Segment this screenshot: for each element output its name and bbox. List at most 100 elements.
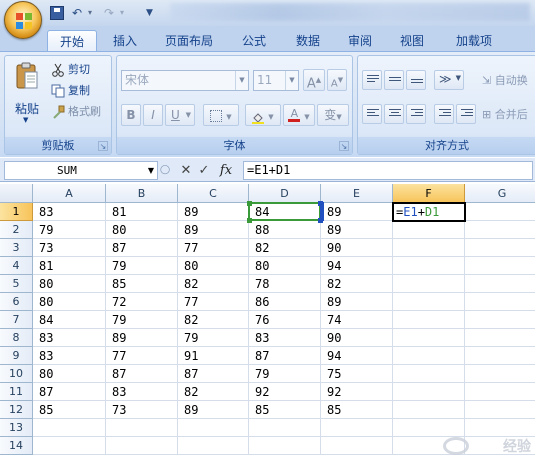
- tab-view[interactable]: 视图: [390, 30, 434, 52]
- cell-f8[interactable]: [393, 329, 465, 347]
- cell-a9[interactable]: 83: [33, 347, 106, 365]
- cell-g12[interactable]: [465, 401, 535, 419]
- save-icon[interactable]: [50, 6, 64, 20]
- cell-b7[interactable]: 79: [106, 311, 178, 329]
- cell-g5[interactable]: [465, 275, 535, 293]
- cell-c6[interactable]: 77: [178, 293, 249, 311]
- cut-button[interactable]: 剪切: [51, 61, 90, 79]
- align-right-button[interactable]: [406, 104, 426, 124]
- decrease-indent-button[interactable]: [434, 104, 454, 124]
- tab-data[interactable]: 数据: [286, 30, 330, 52]
- cell-a7[interactable]: 84: [33, 311, 106, 329]
- row-header-10[interactable]: 10: [0, 365, 33, 383]
- enter-icon[interactable]: ✓: [196, 161, 212, 180]
- font-size-combo[interactable]: 11 ▼: [253, 70, 299, 91]
- cell-b3[interactable]: 87: [106, 239, 178, 257]
- column-header-a[interactable]: A: [33, 184, 106, 203]
- chevron-down-icon[interactable]: ▼: [235, 71, 248, 90]
- column-header-d[interactable]: D: [249, 184, 321, 203]
- cell-a10[interactable]: 80: [33, 365, 106, 383]
- column-header-g[interactable]: G: [465, 184, 535, 203]
- chevron-down-icon[interactable]: ▼: [285, 71, 298, 90]
- formula-input[interactable]: =E1+D1: [243, 161, 533, 180]
- align-left-button[interactable]: [362, 104, 382, 124]
- cell-b9[interactable]: 77: [106, 347, 178, 365]
- cell-e7[interactable]: 74: [321, 311, 393, 329]
- cell-b13[interactable]: [106, 419, 178, 437]
- cell-b6[interactable]: 72: [106, 293, 178, 311]
- cell-e12[interactable]: 85: [321, 401, 393, 419]
- cell-e4[interactable]: 94: [321, 257, 393, 275]
- cell-c3[interactable]: 77: [178, 239, 249, 257]
- cell-d2[interactable]: 88: [249, 221, 321, 239]
- cell-g11[interactable]: [465, 383, 535, 401]
- cell-e13[interactable]: [321, 419, 393, 437]
- cell-e8[interactable]: 90: [321, 329, 393, 347]
- row-header-7[interactable]: 7: [0, 311, 33, 329]
- format-painter-button[interactable]: 格式刷: [51, 103, 101, 121]
- cell-f2[interactable]: [393, 221, 465, 239]
- increase-indent-button[interactable]: [456, 104, 476, 124]
- cell-e11[interactable]: 92: [321, 383, 393, 401]
- cell-d1[interactable]: 84: [249, 203, 321, 221]
- row-header-3[interactable]: 3: [0, 239, 33, 257]
- row-header-4[interactable]: 4: [0, 257, 33, 275]
- cell-c7[interactable]: 82: [178, 311, 249, 329]
- font-color-button[interactable]: A ▼: [283, 104, 315, 126]
- copy-button[interactable]: 复制: [51, 82, 90, 100]
- align-center-button[interactable]: [384, 104, 404, 124]
- cell-e6[interactable]: 89: [321, 293, 393, 311]
- cell-a4[interactable]: 81: [33, 257, 106, 275]
- cell-f12[interactable]: [393, 401, 465, 419]
- cell-d3[interactable]: 82: [249, 239, 321, 257]
- bold-button[interactable]: B: [121, 104, 141, 126]
- cell-f9[interactable]: [393, 347, 465, 365]
- row-header-9[interactable]: 9: [0, 347, 33, 365]
- borders-button[interactable]: ▼: [203, 104, 239, 126]
- row-header-2[interactable]: 2: [0, 221, 33, 239]
- cell-e3[interactable]: 90: [321, 239, 393, 257]
- align-top-button[interactable]: [362, 70, 382, 90]
- cell-b1[interactable]: 81: [106, 203, 178, 221]
- reference-handle[interactable]: [247, 218, 252, 223]
- tab-home[interactable]: 开始: [47, 30, 97, 52]
- grow-font-button[interactable]: A▲: [303, 69, 325, 91]
- font-launcher-icon[interactable]: ↘: [339, 141, 349, 151]
- row-header-5[interactable]: 5: [0, 275, 33, 293]
- align-bottom-button[interactable]: [406, 70, 426, 90]
- cell-f10[interactable]: [393, 365, 465, 383]
- cell-g13[interactable]: [465, 419, 535, 437]
- customize-quick-access-icon[interactable]: ▼: [146, 5, 153, 21]
- cell-f5[interactable]: [393, 275, 465, 293]
- italic-button[interactable]: I: [143, 104, 163, 126]
- undo-icon[interactable]: ↶: [72, 5, 82, 21]
- cell-b4[interactable]: 79: [106, 257, 178, 275]
- font-name-combo[interactable]: 宋体 ▼: [121, 70, 249, 91]
- cell-c8[interactable]: 79: [178, 329, 249, 347]
- cell-d9[interactable]: 87: [249, 347, 321, 365]
- column-header-b[interactable]: B: [106, 184, 178, 203]
- cell-g2[interactable]: [465, 221, 535, 239]
- cell-g3[interactable]: [465, 239, 535, 257]
- cell-d12[interactable]: 85: [249, 401, 321, 419]
- reference-handle[interactable]: [318, 218, 323, 223]
- cell-g8[interactable]: [465, 329, 535, 347]
- cell-c13[interactable]: [178, 419, 249, 437]
- tab-formulas[interactable]: 公式: [232, 30, 276, 52]
- cell-d6[interactable]: 86: [249, 293, 321, 311]
- cell-f1[interactable]: =E1+D1: [393, 203, 465, 221]
- name-box[interactable]: SUM: [4, 161, 158, 180]
- phonetic-button[interactable]: 变▼: [317, 104, 349, 126]
- clipboard-launcher-icon[interactable]: ↘: [98, 141, 108, 151]
- row-header-1[interactable]: 1: [0, 203, 33, 221]
- cell-a11[interactable]: 87: [33, 383, 106, 401]
- select-all-corner[interactable]: [0, 184, 33, 203]
- cell-c10[interactable]: 87: [178, 365, 249, 383]
- cell-d7[interactable]: 76: [249, 311, 321, 329]
- cell-a6[interactable]: 80: [33, 293, 106, 311]
- cell-a2[interactable]: 79: [33, 221, 106, 239]
- row-header-8[interactable]: 8: [0, 329, 33, 347]
- cell-a12[interactable]: 85: [33, 401, 106, 419]
- cell-f4[interactable]: [393, 257, 465, 275]
- cell-c12[interactable]: 89: [178, 401, 249, 419]
